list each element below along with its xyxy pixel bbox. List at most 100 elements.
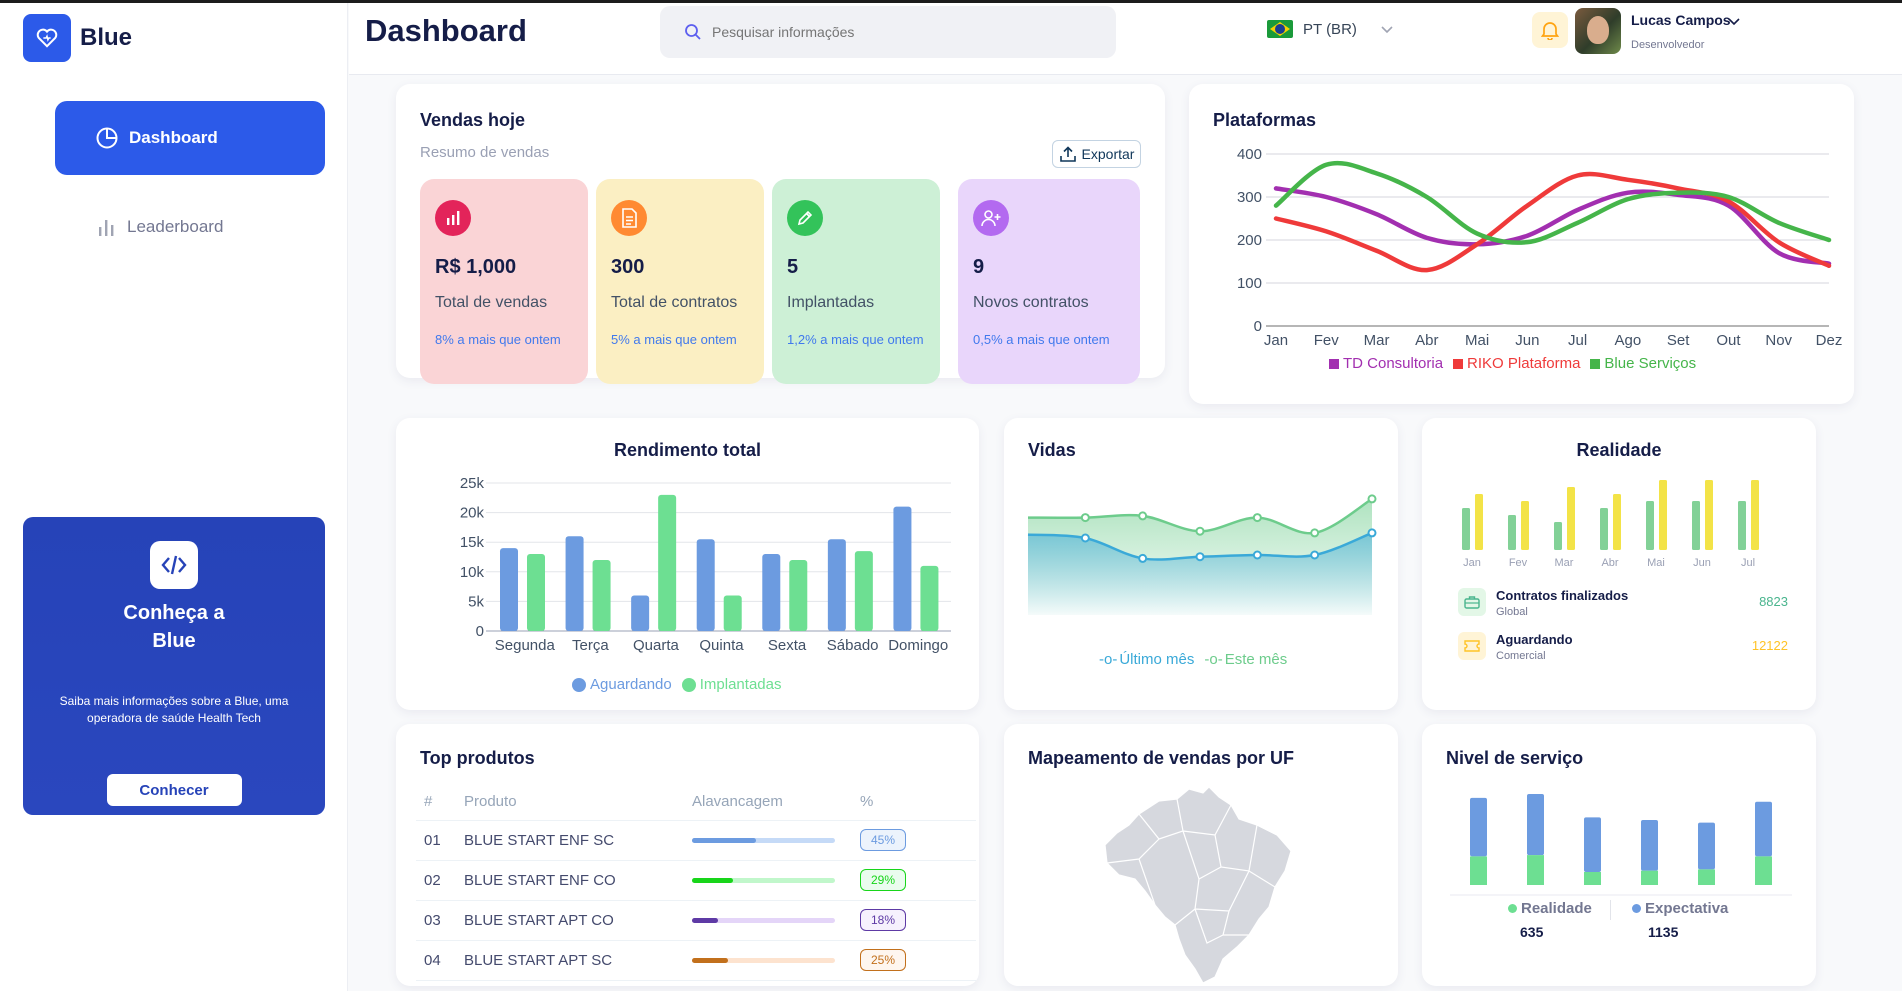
bar	[631, 595, 650, 631]
user-name[interactable]: Lucas Campos	[1631, 12, 1731, 28]
stat-card-sales: R$ 1,000 Total de vendas 8% a mais que o…	[420, 179, 588, 384]
stat-change: 5% a mais que ontem	[611, 332, 737, 347]
legend-swatch	[1453, 358, 1464, 369]
legend-label: Último mês	[1119, 651, 1195, 668]
x-tick-label: Domingo	[888, 637, 948, 654]
lives-title: Vidas	[1028, 440, 1076, 460]
top-products-title: Top produtos	[420, 748, 535, 768]
bar-chart-icon	[99, 220, 114, 236]
table-row[interactable]: 04 BLUE START APT SC 25%	[416, 940, 976, 981]
notification-bell-icon[interactable]	[1532, 12, 1568, 48]
bar	[1646, 501, 1654, 550]
x-tick-label: Jul	[1568, 332, 1587, 349]
stat-label: Implantadas	[787, 294, 875, 311]
legend-item[interactable]: -o- Este mês	[1204, 651, 1287, 668]
legend-item[interactable]: Expectativa	[1632, 900, 1728, 917]
data-point	[1195, 526, 1205, 536]
table-row[interactable]: 03 BLUE START APT CO 18%	[416, 900, 976, 941]
table-header-row: # Produto Alavancagem %	[416, 784, 976, 821]
stat-label: Total de contratos	[611, 294, 738, 311]
sidebar-item-dashboard[interactable]: Dashboard	[55, 101, 325, 175]
bar	[696, 539, 715, 631]
legend-label: TD Consultoria	[1343, 355, 1444, 372]
bar	[1521, 501, 1529, 550]
y-tick-label: 5k	[468, 593, 484, 610]
bar	[893, 506, 912, 631]
legend-label: Blue Serviços	[1604, 355, 1697, 372]
product-name: BLUE START APT CO	[464, 900, 692, 941]
export-button[interactable]: Exportar	[1052, 140, 1141, 168]
language-selector[interactable]: PT (BR)	[1267, 20, 1393, 38]
legend-item[interactable]: TD Consultoria	[1329, 355, 1443, 372]
revenue-legend: Aguardando Implantadas	[572, 676, 791, 693]
y-tick-label: 25k	[460, 475, 485, 492]
legend-item[interactable]: Aguardando	[572, 676, 672, 693]
legend-label: Implantadas	[699, 676, 782, 693]
learn-more-button[interactable]: Conhecer	[106, 774, 242, 806]
chevron-down-icon	[1381, 21, 1393, 38]
legend-swatch: -o-	[1099, 651, 1118, 668]
bar	[827, 539, 846, 631]
percent-cell: 25%	[860, 940, 976, 981]
legend-item[interactable]: -o- Último mês	[1099, 651, 1194, 668]
sidebar-item-leaderboard[interactable]: Leaderboard	[55, 203, 325, 251]
bar	[1613, 494, 1621, 550]
bar-chart-icon	[435, 200, 471, 236]
x-tick-label: Quarta	[633, 637, 680, 654]
bar	[1692, 501, 1700, 550]
legend-swatch: -o-	[1204, 651, 1223, 668]
top-products-table: # Produto Alavancagem % 01 BLUE START ENF…	[416, 784, 976, 981]
x-tick-label: Dez	[1816, 332, 1843, 349]
reality-title: Realidade	[1576, 440, 1662, 460]
bar	[1584, 872, 1601, 885]
legend-label: Aguardando	[590, 676, 672, 693]
legend-item[interactable]: Realidade	[1508, 900, 1592, 917]
stat-value: 300	[611, 256, 645, 278]
bar	[1698, 822, 1715, 870]
x-tick-label: Abr	[1415, 332, 1438, 349]
bar	[1641, 820, 1658, 871]
bar	[658, 494, 677, 631]
legend-divider	[1610, 900, 1611, 920]
platforms-title: Plataformas	[1213, 110, 1317, 130]
row-value: 12122	[1751, 638, 1788, 653]
legend-item[interactable]: RIKO Plataforma	[1453, 355, 1580, 372]
top-header: Dashboard PT (BR) Lucas Campos Desenvolv…	[349, 3, 1902, 75]
x-tick-label: Mai	[1465, 332, 1489, 349]
legend-label: Este mês	[1224, 651, 1288, 668]
x-tick-label: Jun	[1693, 557, 1711, 569]
brazil-map	[1104, 786, 1292, 984]
bar	[1755, 801, 1772, 857]
x-tick-label: Segunda	[495, 637, 556, 654]
page-title: Dashboard	[365, 13, 527, 48]
legend-item[interactable]: Blue Serviços	[1590, 355, 1696, 372]
column-header: %	[860, 784, 976, 821]
x-tick-label: Nov	[1765, 332, 1792, 349]
table-row[interactable]: 02 BLUE START ENF CO 29%	[416, 860, 976, 901]
legend-item[interactable]: Implantadas	[681, 676, 782, 693]
stat-value: 5	[787, 256, 799, 278]
export-label: Exportar	[1081, 146, 1135, 162]
sales-today-title: Vendas hoje	[420, 110, 526, 130]
search-box[interactable]	[660, 6, 1116, 58]
chevron-down-icon[interactable]	[1728, 15, 1740, 29]
data-point	[1138, 553, 1148, 563]
bar	[1462, 508, 1470, 550]
percent-badge: 18%	[860, 909, 906, 931]
legend-swatch	[1632, 904, 1641, 913]
x-tick-label: Sábado	[827, 637, 879, 654]
bar	[1698, 869, 1715, 885]
search-input[interactable]	[712, 24, 1092, 40]
avatar[interactable]	[1575, 8, 1621, 54]
row-subtitle: Global	[1496, 606, 1528, 618]
progress-fill	[692, 957, 728, 963]
series-line	[1273, 186, 1832, 266]
stat-change: 0,5% a mais que ontem	[973, 332, 1110, 347]
leverage-cell	[692, 900, 860, 941]
table-row[interactable]: 01 BLUE START ENF SC 45%	[416, 820, 976, 861]
data-point	[1138, 511, 1148, 521]
bar	[592, 559, 611, 631]
brand[interactable]: Blue	[23, 14, 132, 62]
platforms-card: Plataformas 0 100 200 300 400 Jan Fev Mar Abr Mai…	[1189, 84, 1854, 404]
reality-row-finished: Contratos finalizados Global 8823	[1458, 588, 1788, 624]
